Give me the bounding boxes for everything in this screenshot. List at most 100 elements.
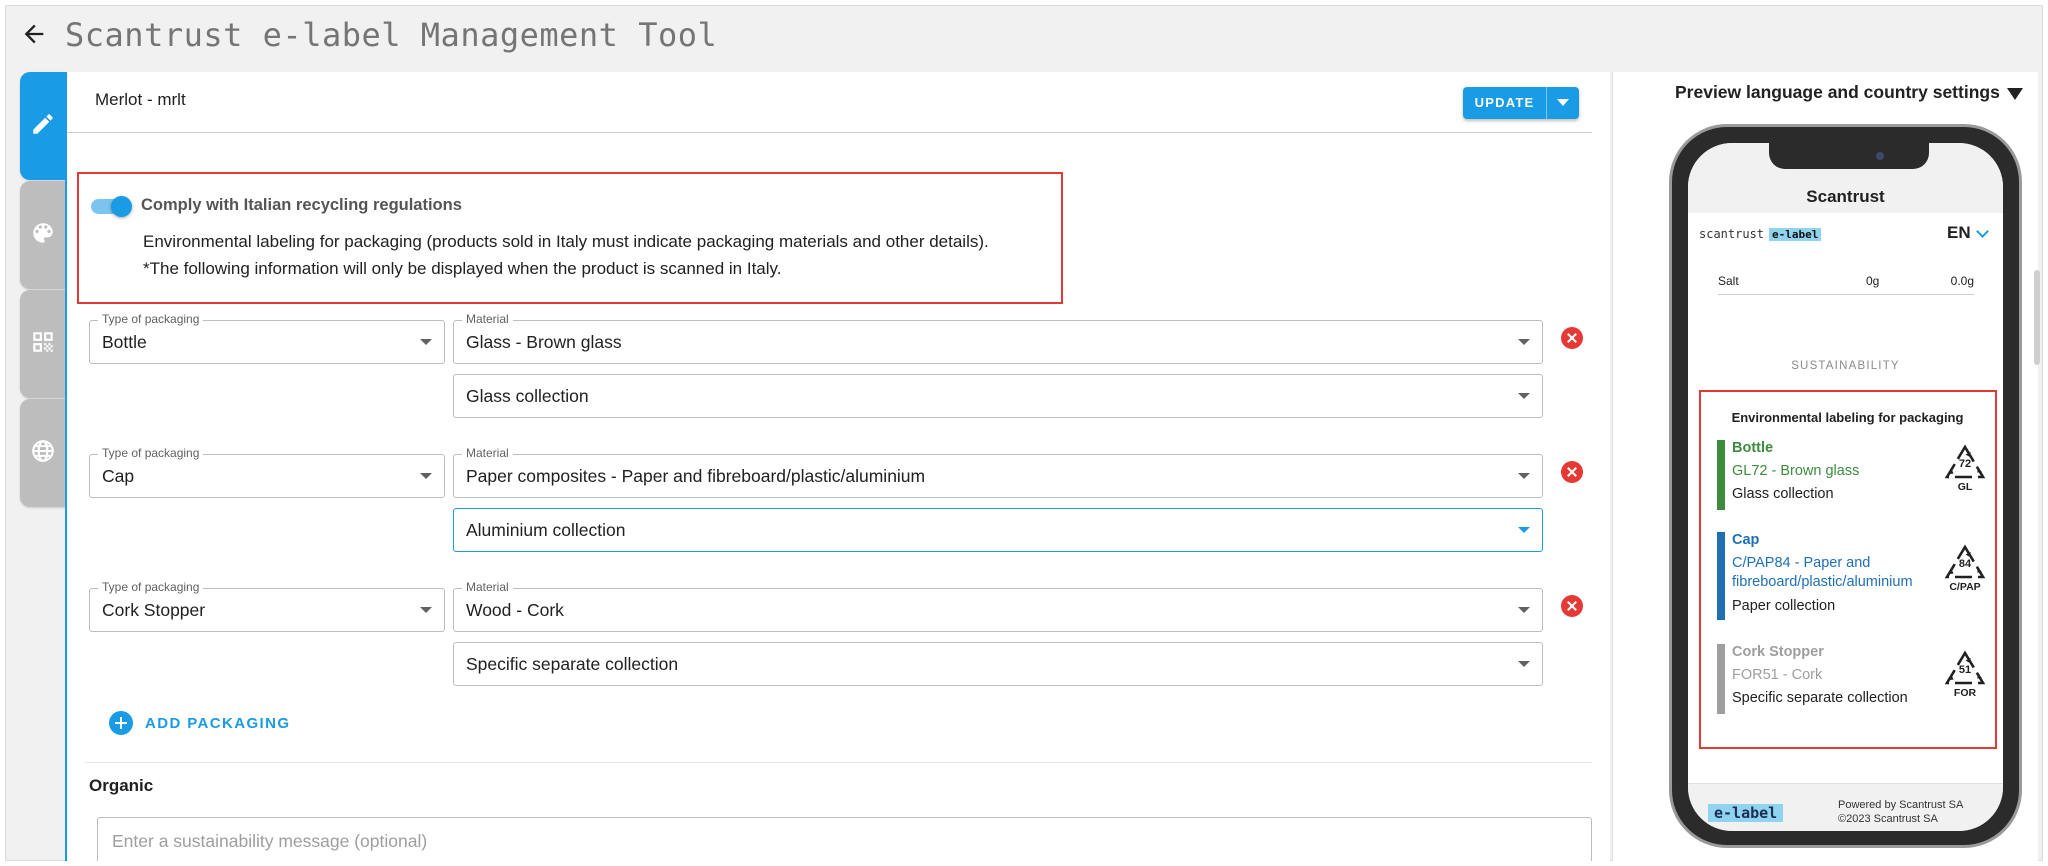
color-bar — [1717, 644, 1725, 714]
preview-item-cap: Cap C/PAP84 - Paper and fibreboard/plast… — [1717, 532, 1987, 620]
item-name: Cap — [1732, 532, 1760, 548]
field-value: Bottle — [102, 332, 147, 352]
tab-language[interactable] — [20, 399, 66, 507]
elabel-logo: scantrust e-label — [1699, 227, 1822, 241]
language-selector[interactable]: EN — [1947, 223, 1971, 243]
field-label: Type of packaging — [98, 447, 204, 460]
environmental-labeling-box: Environmental labeling for packaging Bot… — [1699, 390, 1997, 749]
organic-heading: Organic — [89, 776, 154, 795]
item-material: GL72 - Brown glass — [1732, 463, 1860, 479]
comply-description: Environmental labeling for packaging (pr… — [143, 232, 989, 251]
recycling-code: C/PAP — [1949, 581, 1981, 593]
chevron-down-icon — [420, 339, 432, 345]
sustainability-heading: SUSTAINABILITY — [1791, 360, 1900, 372]
material-select[interactable]: Material Paper composites - Paper and fi… — [453, 447, 1543, 498]
product-name: Merlot - mrlt — [95, 90, 186, 109]
app-title: Scantrust e-label Management Tool — [65, 16, 718, 54]
remove-packaging-close-circle-icon[interactable] — [1561, 595, 1583, 617]
chevron-down-icon — [420, 473, 432, 479]
field-value: Glass - Brown glass — [466, 332, 622, 352]
update-button[interactable]: UPDATE — [1463, 87, 1579, 119]
recycling-code: GL — [1957, 481, 1973, 493]
tab-qr-code[interactable] — [20, 290, 66, 398]
material-select[interactable]: Material Wood - Cork — [453, 581, 1543, 632]
item-material: C/PAP84 - Paper and fibreboard/plastic/a… — [1732, 555, 1913, 590]
preview-footer: e-label Powered by Scantrust SA ©2023 Sc… — [1688, 783, 2003, 831]
recycling-number: 84 — [1958, 558, 1972, 570]
field-value: Aluminium collection — [466, 520, 626, 540]
chevron-down-icon — [1518, 473, 1530, 479]
recycling-code: FOR — [1953, 687, 1977, 699]
type-of-packaging-select[interactable]: Type of packaging Bottle — [89, 313, 445, 364]
recycling-icon: 51 FOR — [1943, 650, 1987, 700]
field-value: Glass collection — [466, 386, 589, 406]
preview-settings-toggle[interactable]: Preview language and country settings — [1675, 82, 2000, 103]
field-label: Type of packaging — [98, 581, 204, 594]
globe-icon — [30, 438, 56, 469]
field-value: Paper composites - Paper and fibreboard/… — [466, 466, 926, 486]
collection-select[interactable]: Specific separate collection — [453, 642, 1543, 686]
chevron-down-icon — [1518, 661, 1530, 667]
input-placeholder: Enter a sustainability message (optional… — [112, 831, 428, 851]
divider — [85, 762, 1592, 763]
preview-item-bottle: Bottle GL72 - Brown glass Glass collecti… — [1717, 440, 1987, 510]
pencil-icon — [30, 111, 56, 142]
recycling-number: 51 — [1958, 664, 1972, 676]
type-of-packaging-select[interactable]: Type of packaging Cork Stopper — [89, 581, 445, 632]
phone-mockup: Scantrust scantrust e-label EN Salt 0g 0… — [1669, 124, 2022, 848]
back-arrow-icon[interactable] — [20, 20, 48, 48]
tab-design[interactable] — [20, 181, 66, 289]
color-bar — [1717, 532, 1725, 620]
recycling-icon: 84 C/PAP — [1943, 544, 1987, 594]
camera-icon — [1876, 152, 1884, 160]
item-collection: Specific separate collection — [1732, 690, 1908, 706]
chevron-down-icon — [1518, 393, 1530, 399]
chevron-down-icon — [1518, 527, 1530, 533]
add-packaging-label: ADD PACKAGING — [145, 714, 291, 732]
item-material: FOR51 - Cork — [1732, 667, 1823, 683]
remove-packaging-close-circle-icon[interactable] — [1561, 461, 1583, 483]
tab-edit[interactable] — [20, 72, 66, 180]
qr-code-icon — [30, 329, 56, 360]
footer-copyright: ©2023 Scantrust SA — [1838, 813, 1938, 825]
item-name: Bottle — [1732, 440, 1774, 456]
footer-powered-by: Powered by Scantrust SA — [1838, 799, 1964, 811]
item-collection: Glass collection — [1732, 486, 1834, 502]
collection-select[interactable]: Glass collection — [453, 374, 1543, 418]
caret-down-icon[interactable] — [2007, 88, 2023, 100]
chevron-down-icon — [420, 607, 432, 613]
material-select[interactable]: Material Glass - Brown glass — [453, 313, 1543, 364]
collection-select[interactable]: Aluminium collection — [453, 508, 1543, 552]
environmental-labeling-title: Environmental labeling for packaging — [1731, 410, 1964, 425]
sustainability-message-input[interactable]: Enter a sustainability message (optional… — [97, 817, 1592, 861]
toggle-knob — [111, 196, 132, 217]
item-name: Cork Stopper — [1732, 644, 1824, 660]
nutrition-row-salt: Salt 0g 0.0g — [1718, 271, 1974, 295]
type-of-packaging-select[interactable]: Type of packaging Cap — [89, 447, 445, 498]
logo-badge: e-label — [1769, 227, 1822, 241]
field-label: Material — [462, 447, 513, 460]
recycling-number: 72 — [1958, 458, 1972, 470]
field-label: Material — [462, 581, 513, 594]
add-packaging-button[interactable]: ADD PACKAGING — [109, 711, 290, 735]
preview-item-cork-stopper: Cork Stopper FOR51 - Cork Specific separ… — [1717, 644, 1987, 714]
comply-toggle[interactable] — [89, 194, 133, 218]
recycling-icon: 72 GL — [1943, 444, 1987, 494]
preview-brand: Scantrust — [1806, 187, 1885, 206]
field-value: Wood - Cork — [466, 600, 564, 620]
color-bar — [1717, 440, 1725, 510]
chevron-down-icon[interactable] — [1976, 225, 1989, 238]
nutrition-label: Salt — [1718, 274, 1739, 288]
chevron-down-icon — [1518, 339, 1530, 345]
field-value: Cap — [102, 466, 135, 486]
field-label: Material — [462, 313, 513, 326]
chevron-down-icon — [1518, 607, 1530, 613]
preview-scrollbar[interactable] — [2034, 270, 2040, 365]
editor-panel: Merlot - mrlt UPDATE Comply with Italian… — [65, 72, 1610, 861]
update-button-label: UPDATE — [1463, 87, 1547, 119]
nutrition-value: 0.0g — [1950, 274, 1974, 288]
footer-elabel-logo: e-label — [1708, 804, 1784, 822]
phone-screen: Scantrust scantrust e-label EN Salt 0g 0… — [1688, 143, 2003, 831]
update-menu-chevron-down-icon[interactable] — [1547, 87, 1579, 119]
remove-packaging-close-circle-icon[interactable] — [1561, 327, 1583, 349]
